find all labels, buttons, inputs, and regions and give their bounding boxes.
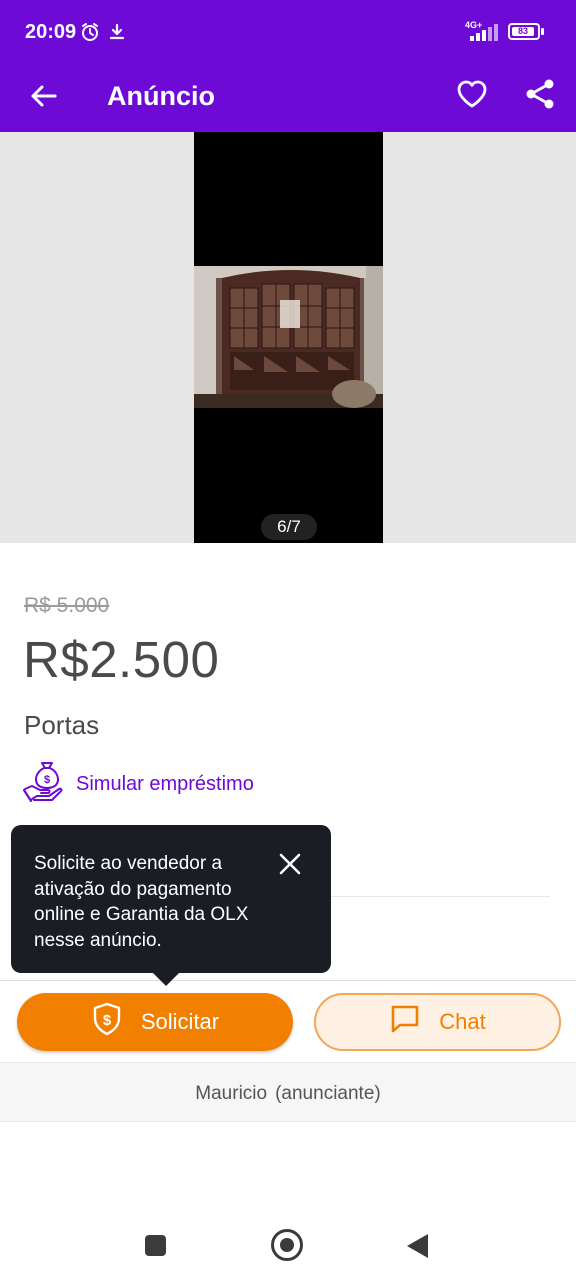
simulate-loan-link[interactable]: $ Simular empréstimo [22, 760, 254, 808]
price: R$2.500 [23, 631, 220, 688]
old-price: R$ 5.000 [24, 594, 110, 617]
photo-gallery[interactable]: 6/7 [0, 132, 576, 543]
tooltip-text: Solicite ao vendedor a ativação do pagam… [34, 853, 249, 951]
system-back-button[interactable] [407, 1234, 428, 1258]
signal-icon [462, 22, 500, 47]
seller-role: (anunciante) [275, 1083, 381, 1104]
back-button[interactable] [24, 78, 64, 118]
svg-text:$: $ [103, 1012, 112, 1029]
share-button[interactable] [518, 74, 562, 118]
favorite-button[interactable] [450, 74, 494, 118]
simulate-loan-label: Simular empréstimo [76, 772, 254, 795]
seller-name: Mauricio [195, 1083, 268, 1104]
download-icon [108, 22, 126, 47]
page-title: Anúncio [107, 81, 215, 111]
chat-label: Chat [439, 1009, 486, 1034]
photo-counter: 6/7 [261, 514, 317, 540]
shield-dollar-icon: $ [91, 1002, 123, 1042]
home-button[interactable] [271, 1229, 303, 1261]
close-icon [279, 853, 301, 880]
system-nav-bar [0, 1210, 576, 1280]
photo-frame[interactable]: 6/7 [194, 132, 383, 543]
home-dot [280, 1238, 294, 1252]
chat-bubble-icon [389, 1003, 421, 1041]
action-bar-divider [0, 980, 576, 981]
battery-cap [541, 28, 544, 35]
solicitar-label: Solicitar [140, 1009, 220, 1034]
chat-button[interactable]: Chat [314, 993, 561, 1051]
payment-tooltip: Solicite ao vendedor a ativação do pagam… [11, 825, 331, 986]
app-bar: Anúncio [0, 64, 576, 132]
listing-photo [194, 266, 383, 408]
recent-apps-button[interactable] [145, 1235, 166, 1256]
alarm-icon [80, 22, 100, 47]
money-bag-hand-icon: $ [22, 759, 68, 810]
heart-icon [456, 79, 488, 114]
status-bar: 20:09 4G+ 83 [0, 0, 576, 64]
status-time: 20:09 [25, 21, 77, 43]
svg-text:$: $ [44, 774, 50, 786]
listing-title: Portas [24, 710, 100, 740]
battery-icon: 83 [508, 23, 540, 40]
back-arrow-icon [30, 82, 58, 115]
tooltip-arrow [151, 971, 181, 986]
solicitar-button[interactable]: $ Solicitar [17, 993, 293, 1051]
seller-info[interactable]: Mauricio (anunciante) [0, 1062, 576, 1122]
tooltip-close-button[interactable] [273, 849, 307, 883]
share-icon [524, 78, 556, 115]
battery-level: 83 [512, 27, 534, 36]
